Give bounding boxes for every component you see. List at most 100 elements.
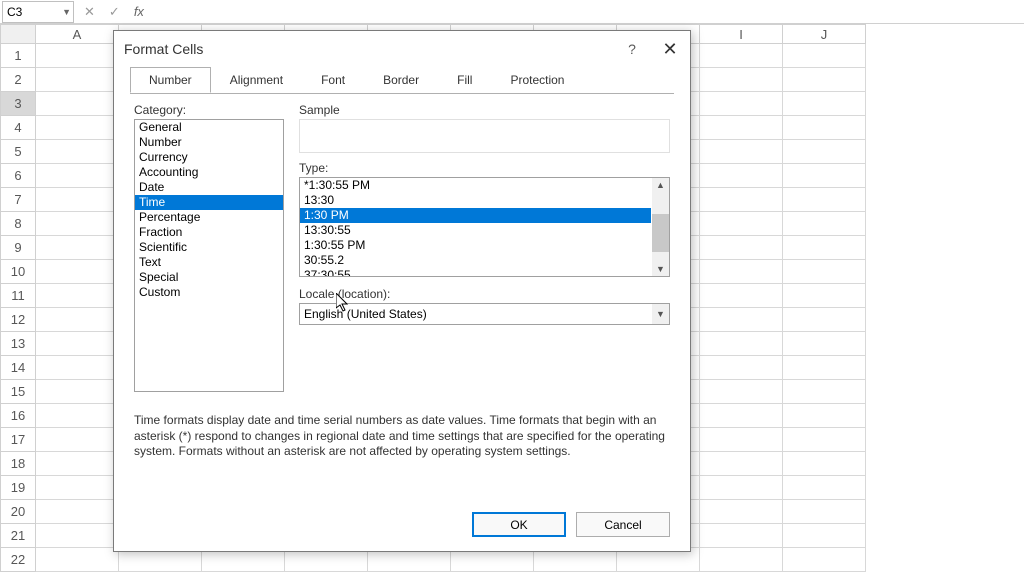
row-header[interactable]: 13 <box>0 332 36 356</box>
cell[interactable] <box>700 236 783 260</box>
cell[interactable] <box>783 92 866 116</box>
cell[interactable] <box>700 356 783 380</box>
cell[interactable] <box>700 476 783 500</box>
cell[interactable] <box>783 164 866 188</box>
cell[interactable] <box>700 308 783 332</box>
cell[interactable] <box>700 260 783 284</box>
type-item[interactable]: 1:30 PM <box>300 208 651 223</box>
cell[interactable] <box>36 380 119 404</box>
cell[interactable] <box>36 524 119 548</box>
column-header[interactable]: I <box>700 24 783 44</box>
cell[interactable] <box>700 44 783 68</box>
cell[interactable] <box>700 500 783 524</box>
row-header[interactable]: 19 <box>0 476 36 500</box>
cell[interactable] <box>783 356 866 380</box>
row-header[interactable]: 14 <box>0 356 36 380</box>
cell[interactable] <box>783 68 866 92</box>
cell[interactable] <box>783 236 866 260</box>
help-button[interactable]: ? <box>622 41 642 57</box>
row-header[interactable]: 17 <box>0 428 36 452</box>
cell[interactable] <box>783 332 866 356</box>
row-header[interactable]: 10 <box>0 260 36 284</box>
cell[interactable] <box>36 116 119 140</box>
category-item[interactable]: Currency <box>135 150 283 165</box>
scroll-track[interactable] <box>652 192 669 262</box>
tab-font[interactable]: Font <box>302 67 364 92</box>
row-header[interactable]: 8 <box>0 212 36 236</box>
cell[interactable] <box>700 452 783 476</box>
cell[interactable] <box>36 476 119 500</box>
column-header[interactable]: J <box>783 24 866 44</box>
scroll-thumb[interactable] <box>652 214 669 252</box>
tab-fill[interactable]: Fill <box>438 67 491 92</box>
category-item[interactable]: General <box>135 120 283 135</box>
column-header[interactable]: A <box>36 24 119 44</box>
cell[interactable] <box>700 332 783 356</box>
close-button[interactable]: ✕ <box>660 39 680 60</box>
category-item[interactable]: Time <box>135 195 283 210</box>
locale-select[interactable]: English (United States) ▼ <box>299 303 670 325</box>
name-box-dropdown-icon[interactable]: ▼ <box>62 7 71 17</box>
category-item[interactable]: Date <box>135 180 283 195</box>
cell[interactable] <box>700 68 783 92</box>
cell[interactable] <box>700 524 783 548</box>
scroll-up-icon[interactable]: ▲ <box>652 178 669 192</box>
cell[interactable] <box>783 524 866 548</box>
category-item[interactable]: Number <box>135 135 283 150</box>
cell[interactable] <box>700 212 783 236</box>
cell[interactable] <box>783 452 866 476</box>
fx-icon[interactable]: fx <box>134 4 144 19</box>
cell[interactable] <box>700 164 783 188</box>
cell[interactable] <box>36 236 119 260</box>
cell[interactable] <box>36 284 119 308</box>
cell[interactable] <box>783 188 866 212</box>
type-item[interactable]: 30:55.2 <box>300 253 651 268</box>
category-item[interactable]: Text <box>135 255 283 270</box>
cell[interactable] <box>700 92 783 116</box>
cell[interactable] <box>783 500 866 524</box>
tab-number[interactable]: Number <box>130 67 211 93</box>
type-item[interactable]: 13:30:55 <box>300 223 651 238</box>
tab-border[interactable]: Border <box>364 67 438 92</box>
row-header[interactable]: 3 <box>0 92 36 116</box>
cell[interactable] <box>36 500 119 524</box>
cell[interactable] <box>36 308 119 332</box>
cell[interactable] <box>36 332 119 356</box>
cell[interactable] <box>783 308 866 332</box>
row-header[interactable]: 20 <box>0 500 36 524</box>
cell[interactable] <box>783 212 866 236</box>
cell[interactable] <box>36 548 119 572</box>
row-header[interactable]: 16 <box>0 404 36 428</box>
category-item[interactable]: Percentage <box>135 210 283 225</box>
row-header[interactable]: 1 <box>0 44 36 68</box>
ok-button[interactable]: OK <box>472 512 566 537</box>
cell[interactable] <box>36 164 119 188</box>
row-header[interactable]: 6 <box>0 164 36 188</box>
category-item[interactable]: Accounting <box>135 165 283 180</box>
category-item[interactable]: Fraction <box>135 225 283 240</box>
scroll-down-icon[interactable]: ▼ <box>652 262 669 276</box>
cell[interactable] <box>700 116 783 140</box>
category-list[interactable]: GeneralNumberCurrencyAccountingDateTimeP… <box>134 119 284 392</box>
cell[interactable] <box>783 476 866 500</box>
cell[interactable] <box>700 404 783 428</box>
cell[interactable] <box>783 548 866 572</box>
cell[interactable] <box>783 140 866 164</box>
cancel-formula-icon[interactable]: ✕ <box>84 4 95 20</box>
row-header[interactable]: 4 <box>0 116 36 140</box>
type-item[interactable]: 1:30:55 PM <box>300 238 651 253</box>
category-item[interactable]: Custom <box>135 285 283 300</box>
row-header[interactable]: 18 <box>0 452 36 476</box>
select-all-corner[interactable] <box>0 24 36 44</box>
cell[interactable] <box>36 188 119 212</box>
cell[interactable] <box>700 284 783 308</box>
category-item[interactable]: Special <box>135 270 283 285</box>
cell[interactable] <box>783 260 866 284</box>
cell[interactable] <box>36 452 119 476</box>
cell[interactable] <box>36 140 119 164</box>
cell[interactable] <box>36 356 119 380</box>
type-item[interactable]: *1:30:55 PM <box>300 178 651 193</box>
category-item[interactable]: Scientific <box>135 240 283 255</box>
cell[interactable] <box>36 92 119 116</box>
cell[interactable] <box>36 68 119 92</box>
